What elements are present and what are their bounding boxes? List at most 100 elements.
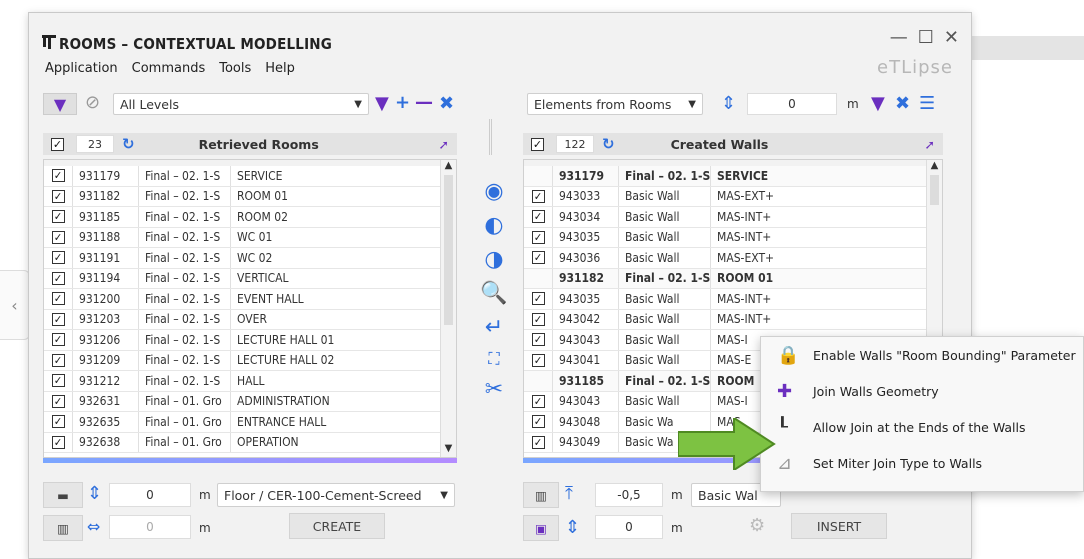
filter-icon[interactable]: ▼ (871, 93, 885, 115)
group-row[interactable]: 931182 Final – 02. 1-St ROOM 01 (524, 268, 926, 289)
table-row[interactable]: 931185Final – 02. 1-SROOM 02 (44, 207, 440, 228)
row-checkbox[interactable] (531, 230, 545, 244)
filter-dropdown-button[interactable]: ▼ (43, 93, 77, 115)
scroll-thumb[interactable] (444, 175, 453, 325)
row-checkbox[interactable] (531, 353, 545, 367)
group-row[interactable]: 931179 Final – 02. 1-St SERVICE (524, 166, 926, 187)
menu-item-join-geometry[interactable]: ✚ Join Walls Geometry (761, 373, 1083, 409)
table-row[interactable]: 943035Basic WallMAS-INT+ (524, 289, 926, 310)
row-checkbox[interactable] (531, 394, 545, 408)
row-checkbox[interactable] (531, 435, 545, 449)
row-checkbox[interactable] (51, 312, 65, 326)
clear-filter-icon[interactable]: ⊘ (85, 92, 100, 113)
level-filter-select[interactable]: All Levels ▼ (113, 93, 369, 115)
row-checkbox[interactable] (51, 394, 65, 408)
wall-type-button[interactable]: ▥ (523, 482, 559, 508)
menu-commands[interactable]: Commands (132, 61, 206, 76)
select-all-checkbox[interactable] (51, 137, 64, 151)
return-icon[interactable]: ↵ (485, 317, 503, 339)
row-checkbox[interactable] (51, 210, 65, 224)
floor-offset-input[interactable]: 0 (109, 483, 191, 507)
select-cursor-icon[interactable]: ➚ (439, 137, 449, 152)
menu-application[interactable]: Application (45, 61, 118, 76)
menu-item-room-bounding[interactable]: 🔒 Enable Walls "Room Bounding" Parameter (761, 337, 1083, 373)
table-row[interactable]: 931191Final – 02. 1-SWC 02 (44, 248, 440, 269)
table-row[interactable]: 943033Basic WallMAS-EXT+ (524, 186, 926, 207)
table-row[interactable]: 931188Final – 02. 1-SWC 01 (44, 227, 440, 248)
menu-item-miter-join[interactable]: ⊿ Set Miter Join Type to Walls (761, 445, 1083, 481)
top-offset-input[interactable]: -0,5 (595, 483, 663, 507)
source-select[interactable]: Elements from Rooms ▼ (527, 93, 703, 115)
menu-help[interactable]: Help (265, 61, 295, 76)
row-checkbox[interactable] (531, 333, 545, 347)
select-all-checkbox[interactable] (531, 137, 544, 151)
row-checkbox[interactable] (531, 189, 545, 203)
create-button[interactable]: CREATE (289, 513, 385, 539)
table-row[interactable]: 932638Final – 01. GroOPERATION (44, 432, 440, 453)
row-checkbox[interactable] (51, 353, 65, 367)
clear-icon[interactable]: ✖ (895, 93, 910, 115)
refresh-icon[interactable]: ↻ (602, 135, 615, 153)
menu-tools[interactable]: Tools (219, 61, 251, 76)
left-scrollbar[interactable]: ▲ ▼ (440, 160, 456, 457)
row-checkbox[interactable] (531, 415, 545, 429)
table-row[interactable]: 931179Final – 02. 1-SSERVICE (44, 166, 440, 187)
insert-button[interactable]: INSERT (791, 513, 887, 539)
row-checkbox[interactable] (531, 292, 545, 306)
floor-type-button[interactable]: ▬ (43, 482, 83, 508)
scroll-up-icon[interactable]: ▲ (927, 160, 942, 171)
apply-filter-icon[interactable]: ▼ (375, 93, 389, 115)
row-checkbox[interactable] (51, 251, 65, 265)
row-checkbox[interactable] (51, 435, 65, 449)
spacing-input[interactable]: 0 (109, 515, 191, 539)
row-checkbox[interactable] (531, 312, 545, 326)
scroll-down-icon[interactable]: ▼ (441, 443, 456, 454)
base-offset-input[interactable]: 0 (595, 515, 663, 539)
add-icon[interactable]: + (395, 92, 410, 114)
right-offset-input[interactable]: 0 (747, 93, 837, 115)
floor-type-select[interactable]: Floor / CER-100-Cement-Screed ▼ (217, 483, 455, 507)
table-row[interactable]: 943036Basic WallMAS-EXT+ (524, 248, 926, 269)
table-row[interactable]: 932635Final – 01. GroENTRANCE HALL (44, 412, 440, 433)
tools-icon[interactable]: ✂ (485, 379, 503, 401)
row-checkbox[interactable] (51, 271, 65, 285)
row-checkbox[interactable] (531, 210, 545, 224)
table-row[interactable]: 943042Basic WallMAS-INT+ (524, 309, 926, 330)
table-row[interactable]: 943035Basic WallMAS-INT+ (524, 227, 926, 248)
row-checkbox[interactable] (51, 374, 65, 388)
remove-icon[interactable]: — (415, 92, 433, 114)
table-row[interactable]: 931203Final – 02. 1-SOVER (44, 309, 440, 330)
row-checkbox[interactable] (51, 189, 65, 203)
settings-gear-icon[interactable]: ⚙ (749, 515, 765, 536)
splitter[interactable] (489, 119, 492, 155)
invert-select-icon[interactable]: ◑ (484, 249, 503, 271)
table-row[interactable]: 931212Final – 02. 1-SHALL (44, 371, 440, 392)
zoom-icon[interactable]: 🔍 (480, 283, 507, 305)
scroll-up-icon[interactable]: ▲ (441, 160, 456, 171)
select-all-icon[interactable]: ◉ (484, 181, 503, 203)
clear-icon[interactable]: ✖ (439, 93, 454, 115)
table-row[interactable]: 932631Final – 01. GroADMINISTRATION (44, 391, 440, 412)
close-icon[interactable]: ✕ (944, 27, 959, 48)
spacing-type-button[interactable]: ▥ (43, 515, 83, 541)
fit-view-icon[interactable]: ⛶ (488, 351, 499, 367)
expand-icon[interactable]: ☰ (919, 93, 935, 115)
row-checkbox[interactable] (51, 415, 65, 429)
table-row[interactable]: 931182Final – 02. 1-SROOM 01 (44, 186, 440, 207)
half-select-icon[interactable]: ◐ (484, 215, 503, 237)
row-checkbox[interactable] (51, 169, 65, 183)
collapse-left-tab[interactable]: ‹ (0, 270, 30, 340)
row-checkbox[interactable] (51, 333, 65, 347)
row-checkbox[interactable] (51, 292, 65, 306)
minimize-icon[interactable]: — (890, 27, 908, 48)
table-row[interactable]: 931209Final – 02. 1-SLECTURE HALL 02 (44, 350, 440, 371)
scroll-thumb[interactable] (930, 175, 939, 205)
menu-item-allow-join-ends[interactable]: ┖ Allow Join at the Ends of the Walls (761, 409, 1083, 445)
table-row[interactable]: 931200Final – 02. 1-SEVENT HALL (44, 289, 440, 310)
row-checkbox[interactable] (531, 251, 545, 265)
refresh-icon[interactable]: ↻ (122, 135, 135, 153)
base-type-button[interactable]: ▣ (523, 515, 559, 541)
table-row[interactable]: 943034Basic WallMAS-INT+ (524, 207, 926, 228)
select-cursor-icon[interactable]: ➚ (925, 137, 935, 152)
table-row[interactable]: 931206Final – 02. 1-SLECTURE HALL 01 (44, 330, 440, 351)
